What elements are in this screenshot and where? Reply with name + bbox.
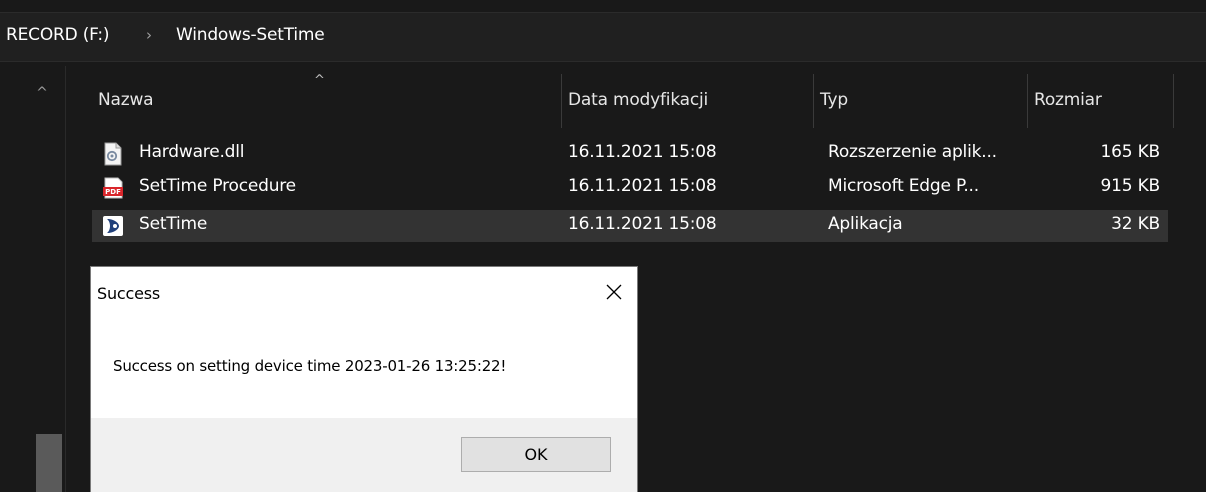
file-date: 16.11.2021 15:08 [568, 214, 717, 234]
column-header-type-label: Typ [820, 90, 848, 110]
close-icon[interactable] [595, 275, 633, 309]
dll-file-icon [104, 142, 122, 166]
file-type: Aplikacja [828, 214, 903, 234]
column-header-name-label: Nazwa [98, 90, 154, 110]
column-header-size-label: Rozmiar [1034, 90, 1102, 110]
column-header-date[interactable]: Data modyfikacji [562, 74, 814, 128]
file-row-settime[interactable]: SetTime 16.11.2021 15:08 Aplikacja 32 KB [92, 210, 1168, 242]
breadcrumb-drive[interactable]: RECORD (F:) [6, 25, 110, 45]
pdf-file-icon: PDF [103, 177, 123, 199]
file-size: 165 KB [1100, 142, 1161, 162]
file-name: SetTime Procedure [139, 176, 296, 196]
file-row-settime-procedure[interactable]: PDF SetTime Procedure 16.11.2021 15:08 M… [92, 172, 1168, 204]
scrollbar[interactable] [0, 66, 66, 492]
file-date: 16.11.2021 15:08 [568, 142, 717, 162]
file-date: 16.11.2021 15:08 [568, 176, 717, 196]
file-type: Microsoft Edge P... [828, 176, 979, 196]
address-bar: RECORD (F:) › Windows-SetTime [0, 0, 1206, 66]
breadcrumb-separator: › [146, 26, 152, 44]
breadcrumb[interactable]: RECORD (F:) › Windows-SetTime [0, 12, 1206, 62]
ok-button[interactable]: OK [461, 437, 611, 472]
scroll-up-arrow-icon[interactable]: ^ [30, 82, 54, 104]
sort-ascending-icon: ^ [314, 73, 325, 88]
app-icon [103, 216, 123, 236]
breadcrumb-folder[interactable]: Windows-SetTime [176, 25, 325, 45]
dialog-footer: OK [91, 418, 637, 492]
success-dialog: Success Success on setting device time 2… [90, 266, 638, 492]
column-header-name[interactable]: Nazwa [92, 74, 562, 128]
file-row-hardware-dll[interactable]: Hardware.dll 16.11.2021 15:08 Rozszerzen… [92, 138, 1168, 170]
file-size: 915 KB [1100, 176, 1161, 196]
svg-text:PDF: PDF [105, 188, 121, 196]
file-name: Hardware.dll [139, 142, 245, 162]
column-header-size[interactable]: Rozmiar [1028, 74, 1174, 128]
file-size: 32 KB [1111, 214, 1160, 234]
column-header-type[interactable]: Typ [814, 74, 1028, 128]
column-header-date-label: Data modyfikacji [568, 90, 709, 110]
file-type: Rozszerzenie aplik... [828, 142, 997, 162]
dialog-message: Success on setting device time 2023-01-2… [113, 357, 507, 375]
file-name: SetTime [139, 214, 208, 234]
dialog-title: Success [97, 284, 161, 303]
scrollbar-thumb[interactable] [36, 434, 62, 492]
